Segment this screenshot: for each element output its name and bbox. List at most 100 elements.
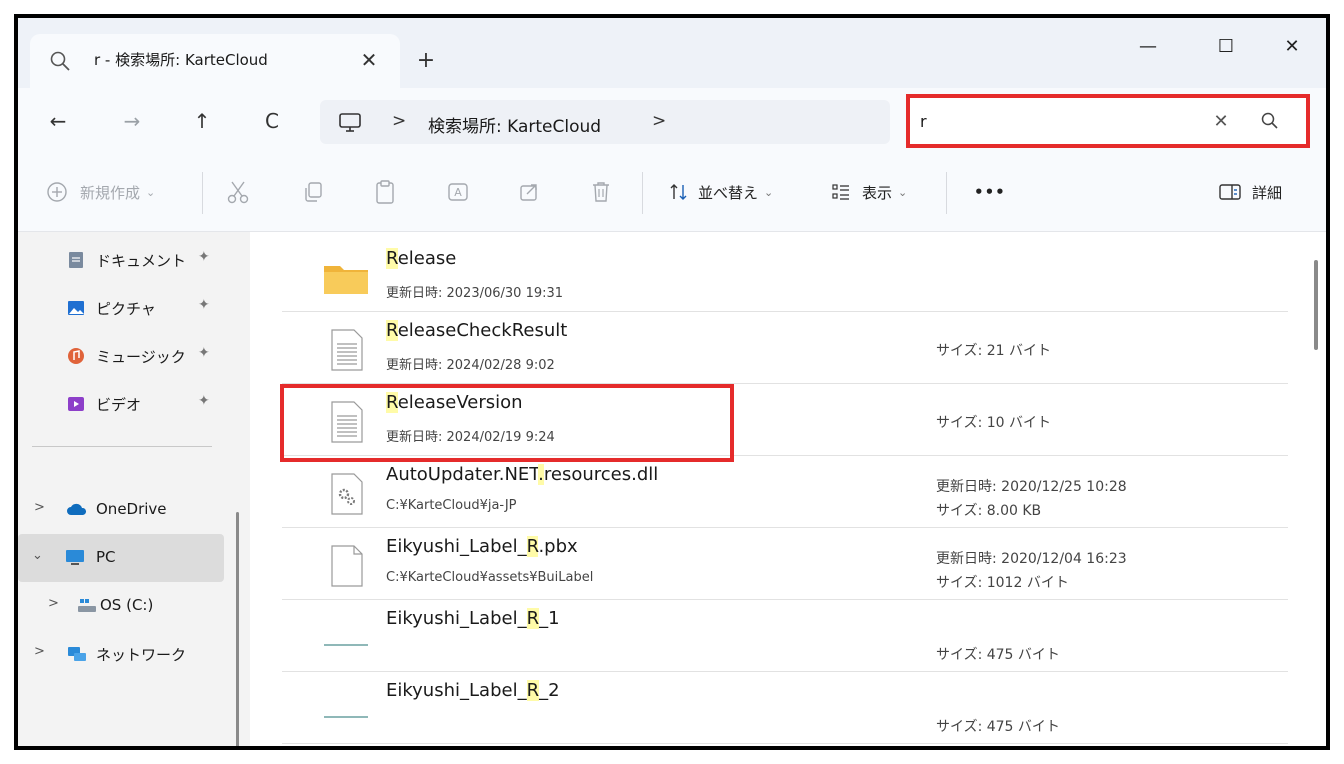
file-name: ReleaseCheckResult bbox=[386, 320, 568, 341]
rename-button[interactable]: A bbox=[446, 174, 470, 210]
clipboard-icon bbox=[374, 179, 396, 205]
view-list-icon bbox=[830, 181, 852, 203]
file-list: Release 更新日時: 2023/06/30 19:31 ReleaseCh… bbox=[250, 232, 1326, 746]
sidebar-item-os-drive[interactable]: > OS (C:) bbox=[18, 586, 228, 626]
file-name: AutoUpdater.NET.resources.dll bbox=[386, 464, 659, 485]
chevron-down-icon[interactable]: ⌄ bbox=[32, 548, 43, 563]
sidebar-item-label: OS (C:) bbox=[100, 596, 154, 614]
file-subtext: 更新日時: 2024/02/28 9:02 bbox=[386, 358, 555, 373]
chevron-down-icon: ⌄ bbox=[898, 185, 908, 199]
search-icon bbox=[48, 49, 72, 73]
new-button[interactable]: 新規作成 ⌄ bbox=[46, 174, 155, 210]
file-name: Eikyushi_Label_R_2 bbox=[386, 680, 560, 701]
toolbar-divider bbox=[202, 172, 203, 214]
file-modified: 更新日時: 2020/12/25 10:28 bbox=[936, 479, 1127, 495]
file-name: Release bbox=[386, 248, 457, 269]
sidebar-item-label: OneDrive bbox=[96, 500, 167, 518]
sidebar-item-label: ネットワーク bbox=[96, 646, 187, 664]
refresh-button[interactable]: C bbox=[254, 104, 290, 138]
file-size: サイズ: 1012 バイト bbox=[936, 575, 1069, 591]
copy-icon bbox=[302, 181, 324, 203]
trash-icon bbox=[590, 180, 612, 204]
copy-button[interactable] bbox=[302, 174, 324, 210]
file-explorer-window: r - 検索場所: KarteCloud ✕ + — ☐ ✕ ← → ↑ C >… bbox=[14, 14, 1330, 750]
sort-icon bbox=[668, 181, 690, 203]
sidebar-item-label: ビデオ bbox=[96, 396, 142, 414]
music-icon bbox=[66, 346, 86, 366]
sidebar-item-label: ドキュメント bbox=[96, 252, 187, 270]
list-item[interactable]: Eikyushi_Label_R.pbx C:¥KarteCloud¥asset… bbox=[282, 528, 1288, 600]
chevron-right-icon[interactable]: > bbox=[48, 596, 59, 611]
forward-button[interactable]: → bbox=[114, 104, 150, 138]
tab-close-button[interactable]: ✕ bbox=[355, 46, 383, 74]
cloud-icon bbox=[66, 500, 87, 520]
window-close-button[interactable]: ✕ bbox=[1270, 30, 1314, 62]
search-icon[interactable] bbox=[1258, 109, 1282, 133]
file-list-scrollbar[interactable] bbox=[1314, 260, 1318, 350]
file-size: サイズ: 475 バイト bbox=[936, 719, 1060, 735]
minimize-button[interactable]: — bbox=[1126, 30, 1170, 62]
up-button[interactable]: ↑ bbox=[184, 104, 220, 138]
breadcrumb-search-location[interactable]: 検索場所: KarteCloud bbox=[428, 112, 601, 137]
paste-button[interactable] bbox=[374, 174, 396, 210]
address-bar[interactable]: > 検索場所: KarteCloud > bbox=[320, 100, 890, 144]
label-file-icon bbox=[322, 614, 370, 662]
details-pane-button[interactable]: 詳細 bbox=[1218, 174, 1282, 210]
file-size: サイズ: 8.00 KB bbox=[936, 503, 1042, 519]
maximize-button[interactable]: ☐ bbox=[1204, 30, 1248, 62]
tab-search-results[interactable]: r - 検索場所: KarteCloud ✕ bbox=[30, 34, 400, 88]
view-button-label: 表示 bbox=[862, 183, 893, 202]
file-size: サイズ: 21 バイト bbox=[936, 343, 1052, 359]
file-name: Eikyushi_Label_R_1 bbox=[386, 608, 560, 629]
pin-icon: ✦ bbox=[198, 393, 210, 409]
title-bar: r - 検索場所: KarteCloud ✕ + — ☐ ✕ bbox=[18, 18, 1326, 96]
dll-file-icon bbox=[322, 470, 370, 518]
back-button[interactable]: ← bbox=[40, 104, 76, 138]
search-input[interactable] bbox=[920, 106, 1200, 136]
sort-button[interactable]: 並べ替え ⌄ bbox=[668, 174, 773, 210]
breadcrumb-separator[interactable]: > bbox=[652, 111, 666, 131]
file-path: C:¥KarteCloud¥ja-JP bbox=[386, 498, 517, 513]
sidebar-scrollbar[interactable] bbox=[236, 512, 239, 746]
list-item[interactable]: AutoUpdater.NET.resources.dll C:¥KarteCl… bbox=[282, 456, 1288, 528]
more-options-button[interactable]: ••• bbox=[974, 174, 1006, 210]
list-item[interactable]: ReleaseCheckResult 更新日時: 2024/02/28 9:02… bbox=[282, 312, 1288, 384]
pin-icon: ✦ bbox=[198, 345, 210, 361]
sidebar-divider bbox=[32, 446, 212, 447]
sidebar-item-videos[interactable]: ビデオ ✦ bbox=[18, 384, 228, 424]
sidebar-item-documents[interactable]: ドキュメント ✦ bbox=[18, 240, 228, 280]
chevron-right-icon[interactable]: > bbox=[34, 500, 45, 515]
search-box[interactable]: ✕ bbox=[906, 94, 1310, 148]
share-button[interactable] bbox=[518, 174, 540, 210]
monitor-icon bbox=[338, 112, 362, 134]
scissors-icon bbox=[226, 179, 250, 205]
toolbar-divider bbox=[946, 172, 947, 214]
sidebar-item-pc[interactable]: ⌄ PC bbox=[18, 534, 224, 582]
sidebar-item-music[interactable]: ミュージック ✦ bbox=[18, 336, 228, 376]
breadcrumb-separator: > bbox=[392, 111, 407, 131]
view-button[interactable]: 表示 ⌄ bbox=[830, 174, 907, 210]
list-item[interactable]: Eikyushi_Label_R_2 サイズ: 475 バイト bbox=[282, 672, 1288, 744]
new-tab-button[interactable]: + bbox=[410, 44, 442, 76]
label-file-icon bbox=[322, 686, 370, 734]
list-item[interactable]: Eikyushi_Label_R_1 サイズ: 475 バイト bbox=[282, 600, 1288, 672]
delete-button[interactable] bbox=[590, 174, 612, 210]
toolbar-divider bbox=[642, 172, 643, 214]
sidebar-item-network[interactable]: > ネットワーク bbox=[18, 634, 228, 674]
folder-icon bbox=[322, 254, 370, 302]
sidebar-item-pictures[interactable]: ピクチャ ✦ bbox=[18, 288, 228, 328]
chevron-right-icon[interactable]: > bbox=[34, 644, 45, 659]
tab-title: r - 検索場所: KarteCloud bbox=[94, 51, 268, 69]
file-name: Eikyushi_Label_R.pbx bbox=[386, 536, 578, 557]
file-path: C:¥KarteCloud¥assets¥BuiLabel bbox=[386, 570, 594, 585]
sidebar-item-onedrive[interactable]: > OneDrive bbox=[18, 490, 228, 530]
share-icon bbox=[518, 181, 540, 203]
clear-search-icon[interactable]: ✕ bbox=[1206, 107, 1236, 135]
list-item[interactable]: Release 更新日時: 2023/06/30 19:31 bbox=[282, 240, 1288, 312]
details-pane-icon bbox=[1218, 182, 1242, 202]
command-bar: 新規作成 ⌄ A 並べ替え ⌄ 表示 ⌄ ••• 詳細 bbox=[18, 154, 1326, 232]
pin-icon: ✦ bbox=[198, 297, 210, 313]
cut-button[interactable] bbox=[226, 174, 250, 210]
computer-icon bbox=[64, 548, 84, 568]
rename-icon: A bbox=[446, 180, 470, 204]
